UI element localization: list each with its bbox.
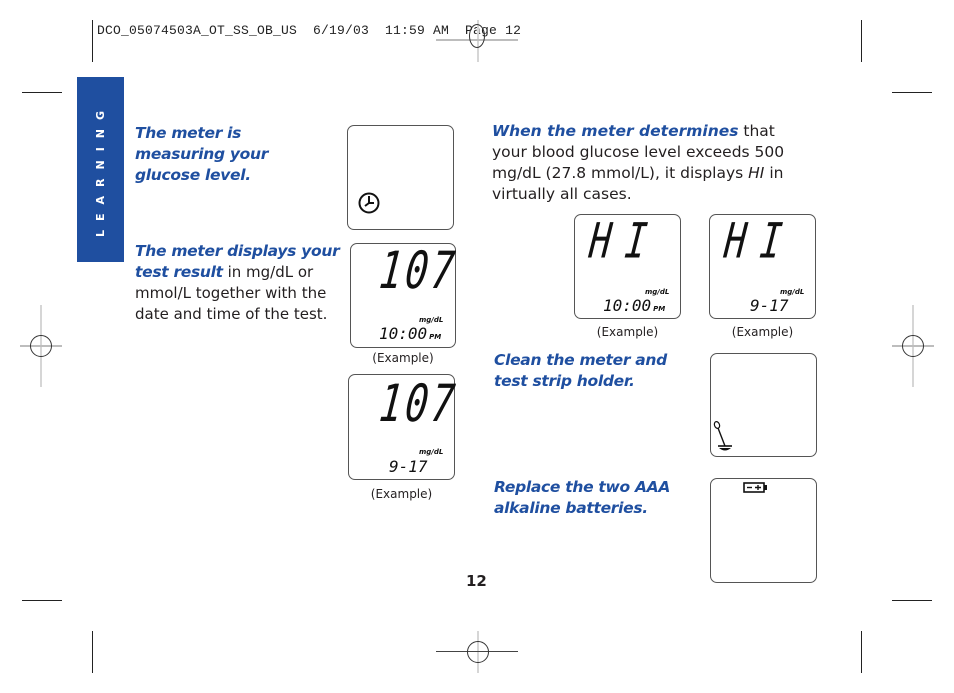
time-readout: 10:00 PM [603,296,665,315]
date-readout: 9-17 [750,296,789,315]
section-tab-label: LEARNING [94,101,108,238]
unit-label: mg/dL [419,316,444,324]
result-paragraph: The meter displays your test result in m… [135,241,340,324]
glucose-reading: 107 [376,373,461,434]
date-readout: 9-17 [389,457,428,476]
measuring-heading: The meter is measuring your glucose leve… [135,124,269,184]
hi-italic: HI [748,164,765,182]
meter-display-hi-time: HI mg/dL 10:00 PM [574,214,681,319]
time-value: 10:00 [379,324,428,343]
crop-mark [22,92,62,93]
hi-reading: HI [721,214,799,270]
crop-mark [861,20,862,62]
clean-heading: Clean the meter and test strip holder. [494,351,667,390]
meter-display-result-date: 107 mg/dL 9-17 [348,374,460,480]
example-caption: (Example) [372,351,434,365]
example-caption: (Example) [731,325,794,339]
hi-heading: When the meter determines [492,122,739,140]
hi-reading: HI [586,214,664,270]
meter-display-measuring [347,125,454,230]
meter-display-hi-date: HI mg/dL 9-17 [709,214,816,319]
meter-display-clean [710,353,817,457]
page-number: 12 [466,572,487,590]
crop-mark [892,92,932,93]
battery-heading: Replace the two AAA alkaline batteries. [494,478,671,517]
section-tab: LEARNING [77,77,124,262]
meter-display-battery [710,478,817,583]
crop-mark [22,600,62,601]
crop-mark [92,631,93,673]
time-value: 10:00 [603,296,652,315]
battery-icon [743,482,767,493]
unit-label: mg/dL [419,448,444,456]
hi-paragraph: When the meter determines that your bloo… [492,121,812,205]
swab-icon [713,421,732,451]
unit-label: mg/dL [645,288,670,296]
example-caption: (Example) [596,325,659,339]
crop-mark [861,631,862,673]
print-slug: DCO_05074503A_OT_SS_OB_US 6/19/03 11:59 … [97,23,522,38]
crop-mark [892,600,932,601]
glucose-reading: 107 [376,240,461,301]
ampm-label: PM [653,305,666,313]
crop-mark [92,20,93,62]
unit-label: mg/dL [780,288,805,296]
time-readout: 10:00 PM [379,324,441,343]
ampm-label: PM [429,333,442,341]
meter-display-result-time: 107 mg/dL 10:00 PM [350,241,460,348]
clock-icon [358,192,380,214]
example-caption: (Example) [370,487,433,501]
